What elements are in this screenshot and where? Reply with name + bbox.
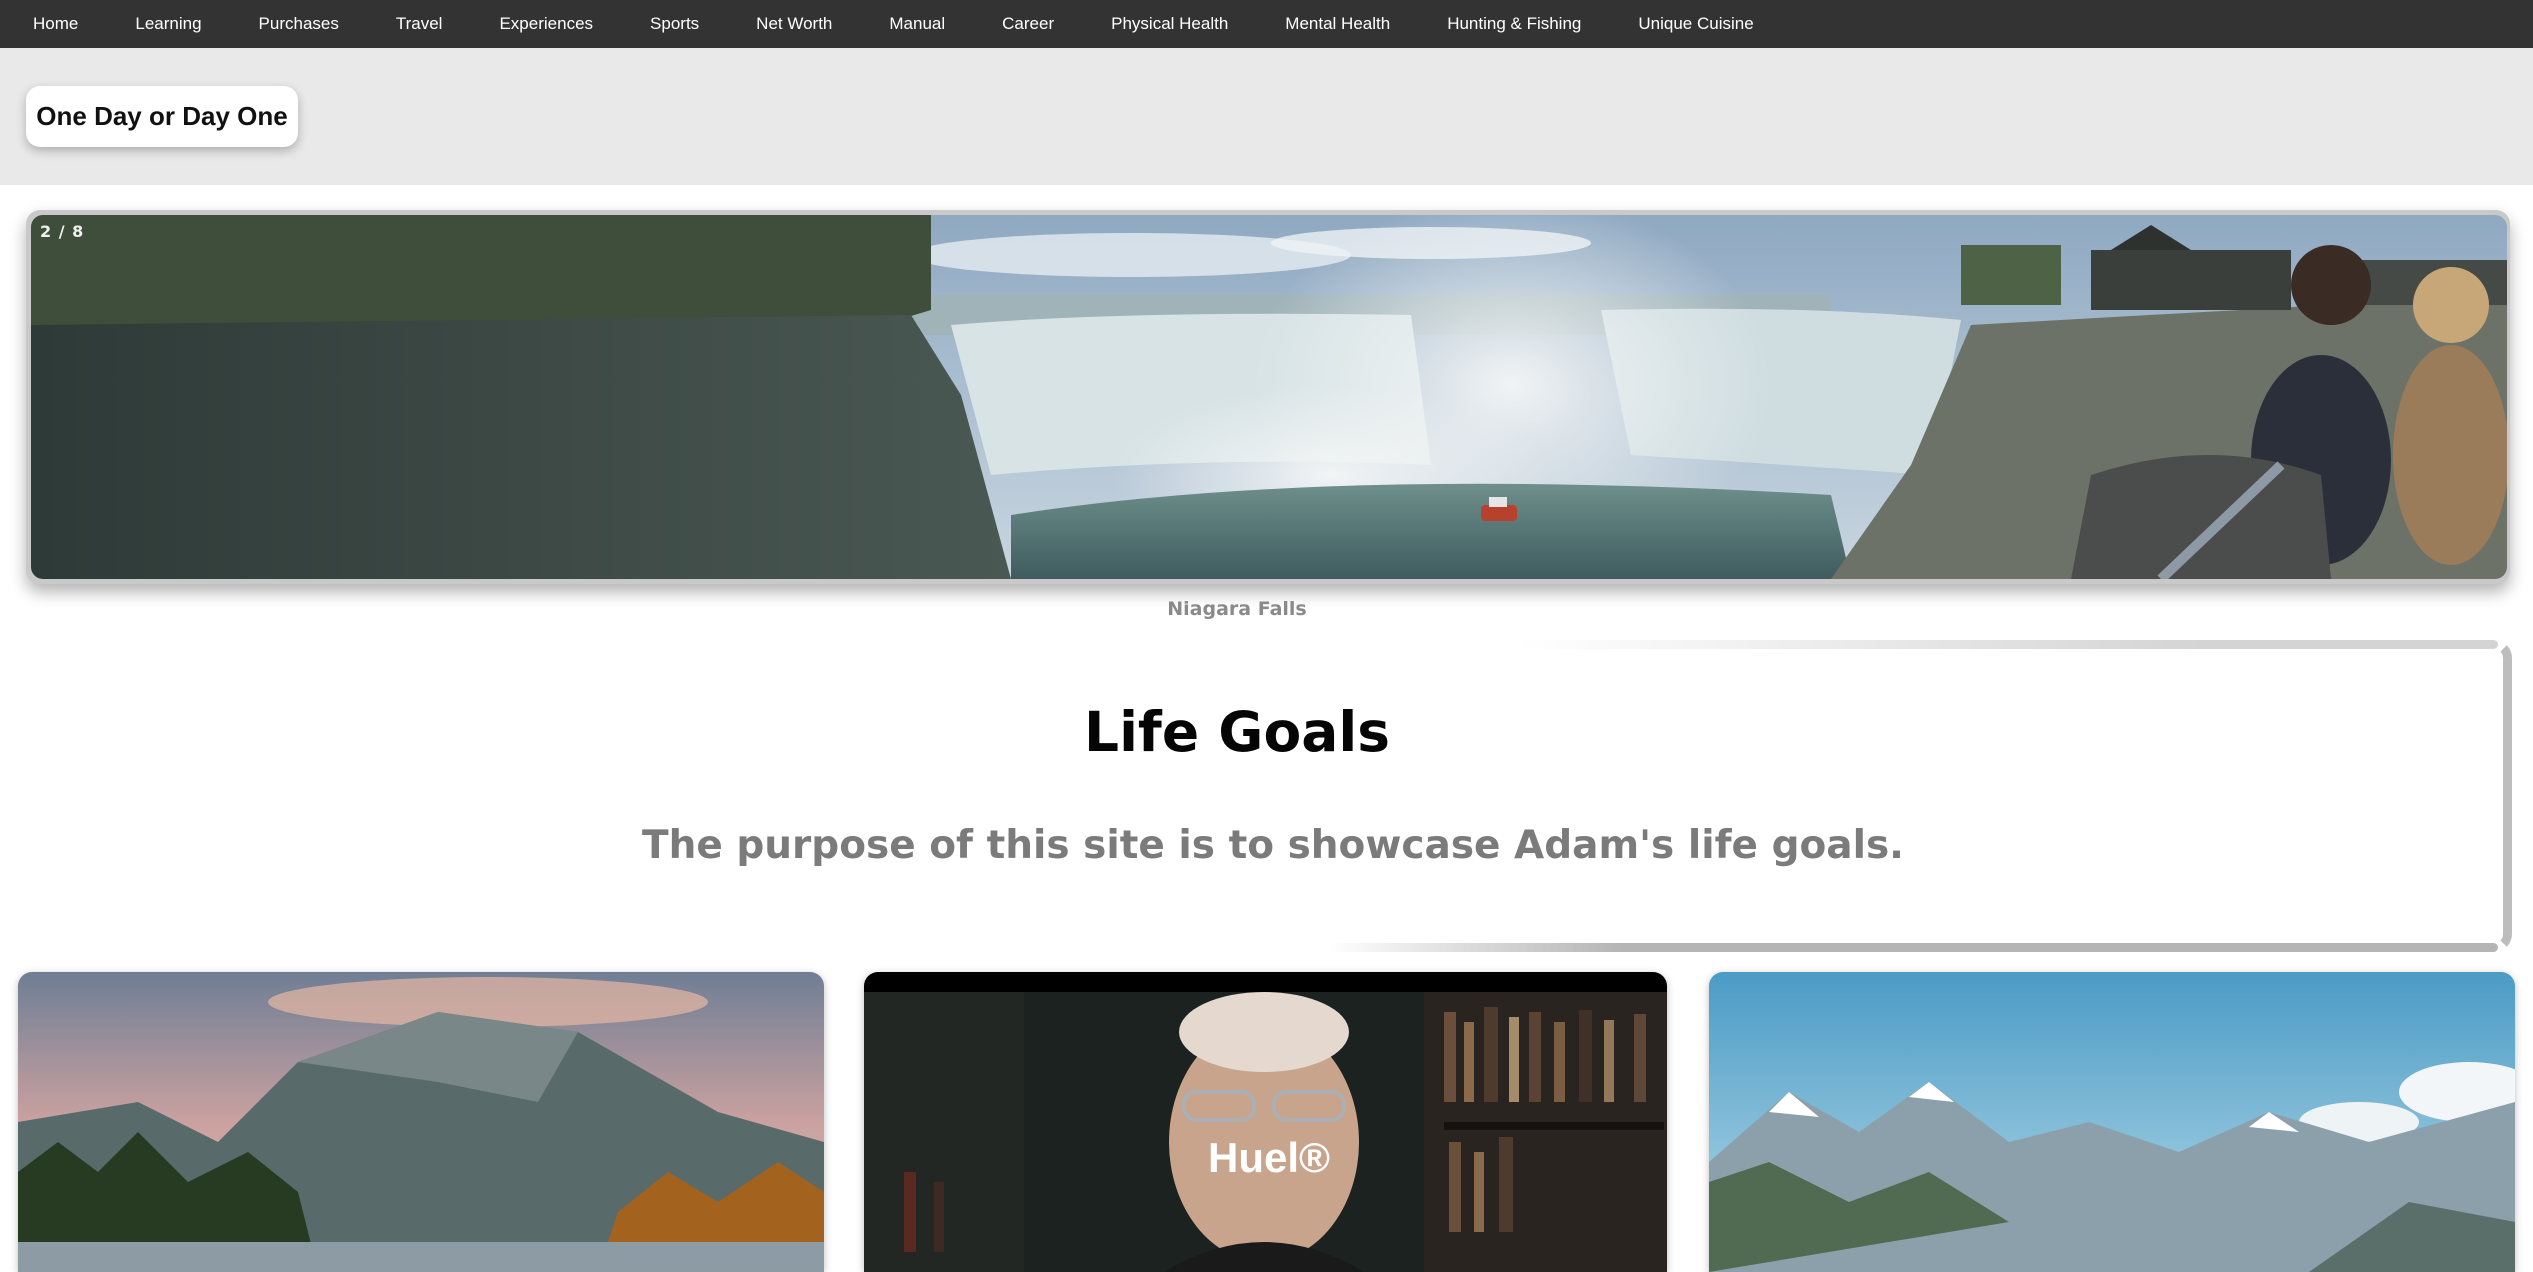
slideshow[interactable]: [26, 210, 2510, 584]
site-brand[interactable]: One Day or Day One: [26, 86, 298, 147]
goals-panel-bottom-edge: [1328, 943, 2498, 952]
niagara-falls-photo: [31, 215, 2507, 579]
nav-item-unique-cuisine[interactable]: Unique Cuisine: [1598, 0, 1770, 48]
slide-counter: 2 / 8: [40, 222, 85, 241]
card-huel-video[interactable]: Huel®: [864, 972, 1667, 1272]
goals-panel: [22, 640, 2512, 952]
page-subtitle: The purpose of this site is to showcase …: [641, 823, 1904, 868]
nav-item-mental-health[interactable]: Mental Health: [1245, 0, 1407, 48]
slide-caption: Niagara Falls: [1167, 598, 1307, 620]
huel-video-thumbnail: Huel®: [864, 972, 1667, 1272]
nav-item-net-worth[interactable]: Net Worth: [716, 0, 849, 48]
nav-item-learning[interactable]: Learning: [95, 0, 218, 48]
card-mountain-lake[interactable]: [18, 972, 824, 1272]
nav-item-manual[interactable]: Manual: [849, 0, 962, 48]
nav-item-sports[interactable]: Sports: [610, 0, 716, 48]
nav-item-purchases[interactable]: Purchases: [219, 0, 356, 48]
huel-logo-text: Huel®: [1208, 1134, 1330, 1181]
header-band: One Day or Day One: [0, 48, 2533, 185]
nav-item-experiences[interactable]: Experiences: [459, 0, 610, 48]
nav-item-hunting-fishing[interactable]: Hunting & Fishing: [1407, 0, 1598, 48]
nav-item-physical-health[interactable]: Physical Health: [1071, 0, 1245, 48]
goals-panel-top-edge: [1518, 640, 2498, 649]
goals-panel-border: [22, 640, 2512, 952]
mountain-lake-photo: [18, 972, 824, 1272]
card-snowy-mountains[interactable]: [1709, 972, 2515, 1272]
snowy-mountains-photo: [1709, 972, 2515, 1272]
nav-item-home[interactable]: Home: [16, 0, 95, 48]
nav-item-travel[interactable]: Travel: [356, 0, 460, 48]
page-title: Life Goals: [1084, 700, 1390, 764]
nav-item-career[interactable]: Career: [962, 0, 1071, 48]
top-nav: Home Learning Purchases Travel Experienc…: [0, 0, 2533, 48]
site-brand-label: One Day or Day One: [36, 101, 288, 131]
